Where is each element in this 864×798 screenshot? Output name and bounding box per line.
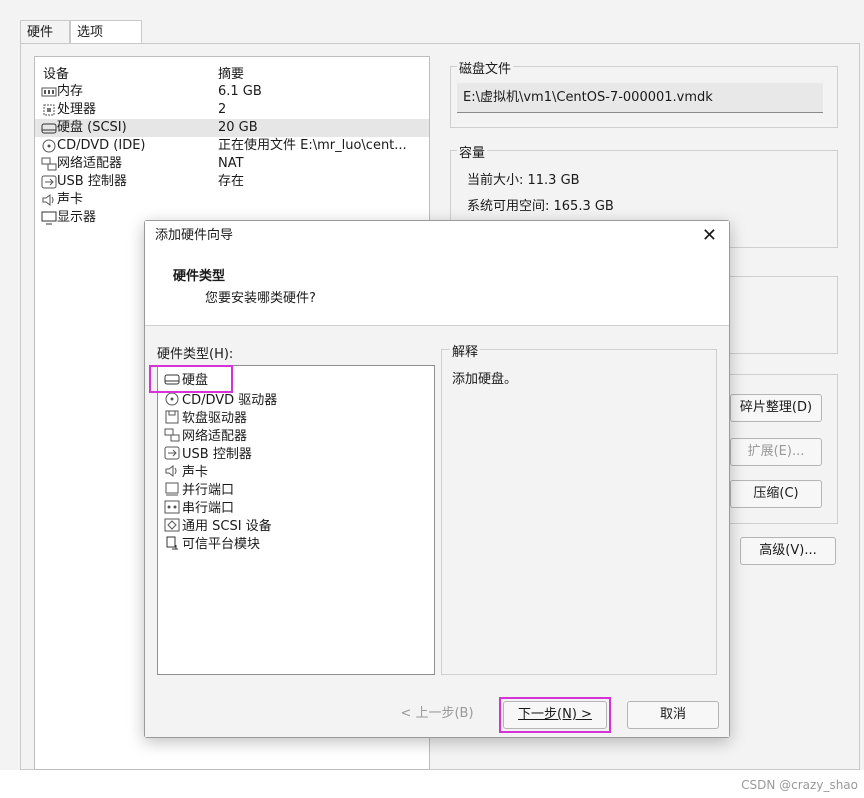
hw-item-parallel[interactable]: 并行端口 (164, 482, 234, 500)
dialog-title-bar: 添加硬件向导 ✕ (145, 221, 729, 251)
device-name: 处理器 (57, 102, 97, 117)
hw-item-label: 串行端口 (182, 501, 235, 516)
back-button[interactable]: < 上一步(B) (387, 701, 487, 729)
hw-item-label: 可信平台模块 (182, 537, 261, 552)
tab-hardware[interactable]: 硬件 (20, 20, 70, 44)
device-summary: 2 (218, 102, 227, 117)
device-summary: NAT (218, 156, 244, 171)
hw-item-label: 并行端口 (182, 483, 235, 498)
hw-item-tpm[interactable]: 可信平台模块 (164, 536, 260, 554)
hw-item-network[interactable]: 网络适配器 (164, 428, 247, 446)
disk-file-title: 磁盘文件 (457, 58, 514, 77)
device-row-cd[interactable]: CD/DVD (IDE) 正在使用文件 E:\mr_luo\cent... (35, 137, 429, 155)
harddisk-icon (41, 121, 57, 135)
device-row-cpu[interactable]: 处理器 2 (35, 101, 429, 119)
tpm-icon (164, 536, 180, 550)
close-icon[interactable]: ✕ (702, 221, 717, 251)
tab-options[interactable]: 选项 (70, 20, 142, 44)
hw-item-serial[interactable]: 串行端口 (164, 500, 234, 518)
expand-button[interactable]: 扩展(E)... (730, 438, 822, 466)
harddisk-highlight-box (149, 365, 233, 393)
hw-item-label: 软盘驱动器 (182, 411, 248, 426)
device-name: 声卡 (57, 192, 84, 207)
sound-icon (164, 464, 180, 478)
dialog-footer: < 上一步(B) 下一步(N) > 取消 (145, 687, 729, 737)
disk-file-group: 磁盘文件 E:\虚拟机\vm1\CentOS-7-000001.vmdk (450, 58, 838, 128)
current-size: 当前大小: 11.3 GB (467, 173, 580, 188)
device-column-header: 设备 (43, 67, 70, 82)
summary-column-header: 摘要 (218, 67, 245, 82)
explanation-group: 解释 添加硬盘。 (441, 341, 717, 675)
advanced-button[interactable]: 高级(V)... (740, 537, 836, 565)
cd-icon (164, 392, 180, 406)
memory-icon (41, 85, 57, 99)
device-summary: 20 GB (218, 120, 258, 135)
hw-item-scsi[interactable]: 通用 SCSI 设备 (164, 518, 272, 536)
device-summary: 存在 (218, 174, 245, 189)
hw-item-label: 通用 SCSI 设备 (182, 519, 272, 534)
hw-item-usb[interactable]: USB 控制器 (164, 446, 252, 464)
watermark: CSDN @crazy_shao (741, 778, 858, 792)
floppy-icon (164, 410, 180, 424)
cd-icon (41, 139, 57, 153)
device-name: 内存 (57, 84, 84, 99)
hardware-type-list[interactable]: 硬盘 CD/DVD 驱动器 软盘驱动器 网络适配器 USB 控制器 声卡 并行端… (157, 365, 435, 675)
hw-item-label: CD/DVD 驱动器 (182, 393, 278, 408)
device-name: 网络适配器 (57, 156, 123, 171)
device-row-network[interactable]: 网络适配器 NAT (35, 155, 429, 173)
device-summary: 正在使用文件 E:\mr_luo\cent... (218, 138, 407, 153)
device-row-usb[interactable]: USB 控制器 存在 (35, 173, 429, 191)
scsi-icon (164, 518, 180, 532)
network-icon (164, 428, 180, 442)
usb-icon (164, 446, 180, 460)
hw-item-label: 网络适配器 (182, 429, 248, 444)
device-name: USB 控制器 (57, 174, 127, 189)
cpu-icon (41, 103, 57, 117)
dialog-title: 添加硬件向导 (155, 228, 234, 243)
dialog-header: 硬件类型 您要安装哪类硬件? (145, 251, 729, 326)
next-highlight-box (499, 697, 611, 733)
device-row-memory[interactable]: 内存 6.1 GB (35, 83, 429, 101)
available-space: 系统可用空间: 165.3 GB (467, 199, 614, 214)
dialog-subheading: 您要安装哪类硬件? (205, 291, 316, 306)
device-name: 硬盘 (SCSI) (57, 120, 127, 135)
device-row-sound[interactable]: 声卡 (35, 191, 429, 209)
device-name: CD/DVD (IDE) (57, 138, 146, 153)
explanation-title: 解释 (450, 341, 481, 360)
disk-file-path: E:\虚拟机\vm1\CentOS-7-000001.vmdk (457, 83, 823, 113)
parallel-port-icon (164, 482, 180, 496)
defrag-button[interactable]: 碎片整理(D) (730, 394, 822, 422)
hw-item-cd[interactable]: CD/DVD 驱动器 (164, 392, 277, 410)
capacity-title: 容量 (457, 142, 488, 161)
serial-port-icon (164, 500, 180, 514)
monitor-icon (41, 211, 57, 225)
add-hardware-wizard-dialog: 添加硬件向导 ✕ 硬件类型 您要安装哪类硬件? 硬件类型(H): 硬盘 CD/D… (144, 220, 730, 738)
hw-item-floppy[interactable]: 软盘驱动器 (164, 410, 247, 428)
explanation-text: 添加硬盘。 (452, 372, 518, 387)
dialog-heading: 硬件类型 (173, 269, 226, 284)
compact-button[interactable]: 压缩(C) (730, 480, 822, 508)
hw-item-sound[interactable]: 声卡 (164, 464, 208, 482)
network-icon (41, 157, 57, 171)
hardware-type-label: 硬件类型(H): (157, 347, 234, 362)
sound-icon (41, 193, 57, 207)
device-row-harddisk[interactable]: 硬盘 (SCSI) 20 GB (35, 119, 429, 137)
usb-icon (41, 175, 57, 189)
hw-item-label: USB 控制器 (182, 447, 252, 462)
hw-item-label: 声卡 (182, 465, 209, 480)
device-summary: 6.1 GB (218, 84, 262, 99)
device-name: 显示器 (57, 210, 97, 225)
cancel-button[interactable]: 取消 (627, 701, 719, 729)
